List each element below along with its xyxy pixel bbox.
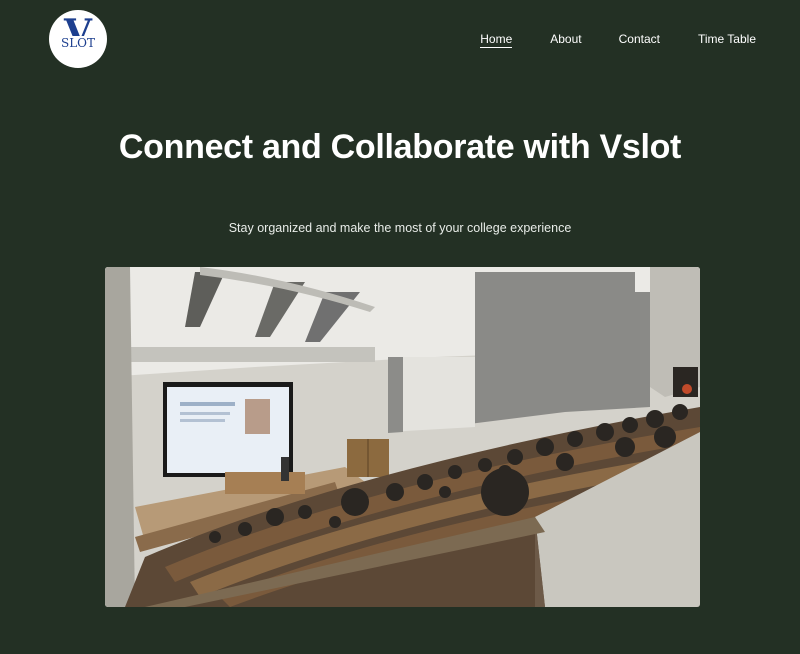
hero-title: Connect and Collaborate with Vslot: [118, 128, 682, 166]
hero-subtitle: Stay organized and make the most of your…: [228, 221, 572, 235]
nav-contact-link[interactable]: Contact: [619, 31, 660, 48]
site-logo[interactable]: V SLOT: [49, 10, 107, 68]
lecture-hall-image: [105, 267, 700, 607]
nav-timetable-link[interactable]: Time Table: [698, 31, 756, 48]
logo-text: SLOT: [61, 36, 95, 50]
main-nav: Home About Contact Time Table: [480, 31, 756, 48]
nav-home-link[interactable]: Home: [480, 31, 513, 48]
nav-about-link[interactable]: About: [550, 31, 581, 48]
